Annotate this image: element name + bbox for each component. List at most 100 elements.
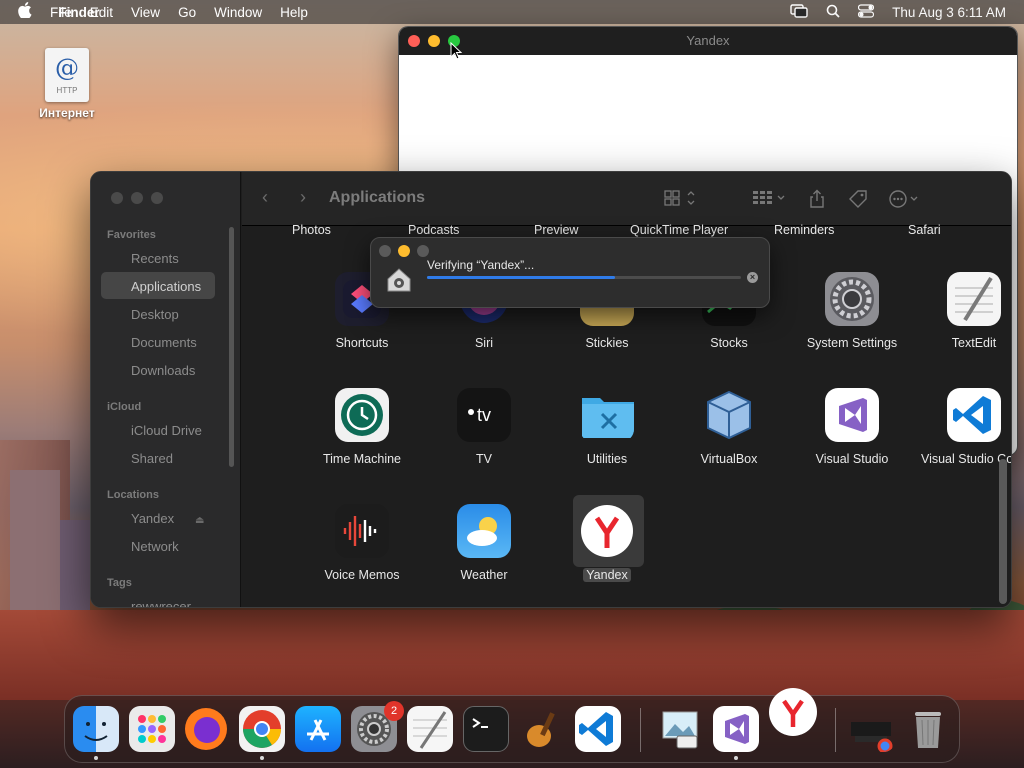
zoom-button[interactable] — [151, 192, 163, 204]
app-label-preview[interactable]: Preview — [534, 223, 578, 237]
app-visual-studio[interactable]: Visual Studio — [793, 388, 911, 467]
cancel-verify-icon[interactable]: × — [747, 272, 758, 283]
close-button[interactable] — [111, 192, 123, 204]
back-icon[interactable]: ‹ — [262, 187, 268, 208]
dock-app-store[interactable] — [295, 706, 341, 752]
app-system-settings[interactable]: System Settings — [793, 272, 911, 351]
menu-clock[interactable]: Thu Aug 3 6:11 AM — [892, 5, 1006, 20]
app-virtualbox[interactable]: VirtualBox — [670, 388, 788, 467]
finder-toolbar: ‹ › Applications — [242, 172, 1011, 226]
svg-text:tv: tv — [477, 405, 491, 425]
dock-trash[interactable] — [905, 706, 951, 752]
app-label-podcasts[interactable]: Podcasts — [408, 223, 459, 237]
zoom-button[interactable] — [417, 245, 429, 257]
app-utilities[interactable]: Utilities — [548, 388, 666, 467]
sidebar-scrollbar[interactable] — [229, 227, 234, 467]
app-label: Yandex — [583, 568, 631, 582]
sidebar-item-recents[interactable]: Recents — [131, 251, 179, 266]
yandex-titlebar: Yandex — [399, 27, 1017, 55]
dock-garageband[interactable] — [519, 706, 565, 752]
eject-icon[interactable]: ⏏ — [195, 515, 204, 526]
app-voice-memos[interactable]: Voice Memos — [303, 504, 421, 583]
minimize-button[interactable] — [398, 245, 410, 257]
app-label: Time Machine — [322, 452, 402, 466]
app-label-photos[interactable]: Photos — [292, 223, 331, 237]
minimize-button[interactable] — [131, 192, 143, 204]
tag-icon[interactable] — [848, 189, 868, 214]
dock-visual-studio[interactable] — [713, 706, 759, 752]
dock-preview[interactable] — [657, 706, 703, 752]
group-by-icon[interactable] — [752, 189, 788, 212]
app-label-safari[interactable]: Safari — [908, 223, 941, 237]
virtualbox-icon — [702, 388, 756, 442]
app-vscode[interactable]: Visual Studio Code — [915, 388, 1011, 467]
app-label: VirtualBox — [700, 452, 758, 466]
vscode-icon — [947, 388, 1001, 442]
menu-go[interactable]: Go — [178, 5, 196, 20]
app-label: Stocks — [710, 336, 748, 350]
weather-icon — [457, 504, 511, 558]
dock-firefox[interactable] — [183, 706, 229, 752]
close-button[interactable] — [379, 245, 391, 257]
app-label: Shortcuts — [335, 336, 389, 350]
app-label: Visual Studio Code — [920, 452, 1011, 466]
at-sign: @ — [55, 54, 79, 82]
menu-app-name[interactable]: Finder — [20, 5, 138, 20]
verifying-dialog: Verifying “Yandex”... × — [370, 237, 770, 308]
view-grid-icon[interactable] — [664, 189, 698, 212]
app-time-machine[interactable]: Time Machine — [303, 388, 421, 467]
tv-icon: tv — [457, 388, 511, 442]
sidebar-header-tags: Tags — [107, 577, 132, 589]
app-label: TextEdit — [951, 336, 997, 350]
dock-finder[interactable] — [73, 706, 119, 752]
sidebar-item-desktop[interactable]: Desktop — [131, 307, 179, 322]
visual-studio-icon — [825, 388, 879, 442]
more-actions-icon[interactable] — [888, 189, 924, 214]
sidebar-item-shared[interactable]: Shared — [131, 451, 173, 466]
window-controls — [111, 192, 163, 204]
dock-chrome[interactable] — [239, 706, 285, 752]
dock-downloads-stack[interactable] — [849, 706, 895, 752]
sidebar-item-network[interactable]: Network — [131, 539, 179, 554]
app-label: Voice Memos — [324, 568, 400, 582]
sidebar-item-yandex[interactable]: Yandex — [131, 511, 174, 526]
sidebar-item-tag[interactable]: rewwrecer — [131, 599, 191, 607]
menu-help[interactable]: Help — [280, 5, 308, 20]
app-textedit[interactable]: TextEdit — [915, 272, 1011, 351]
sidebar-item-downloads[interactable]: Downloads — [131, 363, 195, 378]
sidebar-item-applications[interactable]: Applications — [131, 279, 201, 294]
dock-terminal[interactable] — [463, 706, 509, 752]
http-label: HTTP — [56, 86, 78, 95]
sidebar-header-locations: Locations — [107, 489, 159, 501]
app-yandex[interactable]: Yandex — [548, 495, 666, 583]
app-weather[interactable]: Weather — [425, 504, 543, 583]
app-label: System Settings — [806, 336, 898, 350]
wallpaper-wall — [0, 610, 1024, 700]
app-label: Siri — [474, 336, 494, 350]
yandex-icon — [580, 504, 634, 558]
verifying-text: Verifying “Yandex”... — [427, 258, 535, 272]
dock-textedit[interactable] — [407, 706, 453, 752]
share-icon[interactable] — [808, 189, 826, 214]
desktop-file-internet[interactable]: @ HTTP Интернет — [30, 48, 104, 120]
forward-icon[interactable]: › — [300, 187, 306, 208]
sidebar-header-icloud: iCloud — [107, 401, 142, 413]
search-icon[interactable] — [826, 4, 840, 21]
sidebar-header-favorites: Favorites — [107, 229, 156, 241]
content-scrollbar[interactable] — [999, 459, 1007, 604]
control-center-icon[interactable] — [858, 3, 875, 21]
screen-mirroring-icon[interactable] — [790, 3, 808, 21]
sidebar-item-documents[interactable]: Documents — [131, 335, 197, 350]
app-tv[interactable]: tv TV — [425, 388, 543, 467]
menu-bar: Finder File Edit View Go Window Help Thu… — [0, 0, 1024, 24]
dock-vscode[interactable] — [575, 706, 621, 752]
notification-badge: 2 — [384, 701, 404, 721]
dock-launchpad[interactable] — [129, 706, 175, 752]
house-icon — [385, 266, 413, 294]
sidebar-item-icloud-drive[interactable]: iCloud Drive — [131, 423, 202, 438]
finder-sidebar: Favorites Recents Applications Desktop D… — [91, 172, 241, 607]
dock-yandex[interactable] — [769, 688, 817, 736]
menu-window[interactable]: Window — [214, 5, 262, 20]
app-label-reminders[interactable]: Reminders — [774, 223, 834, 237]
app-label-quicktime[interactable]: QuickTime Player — [630, 223, 728, 237]
